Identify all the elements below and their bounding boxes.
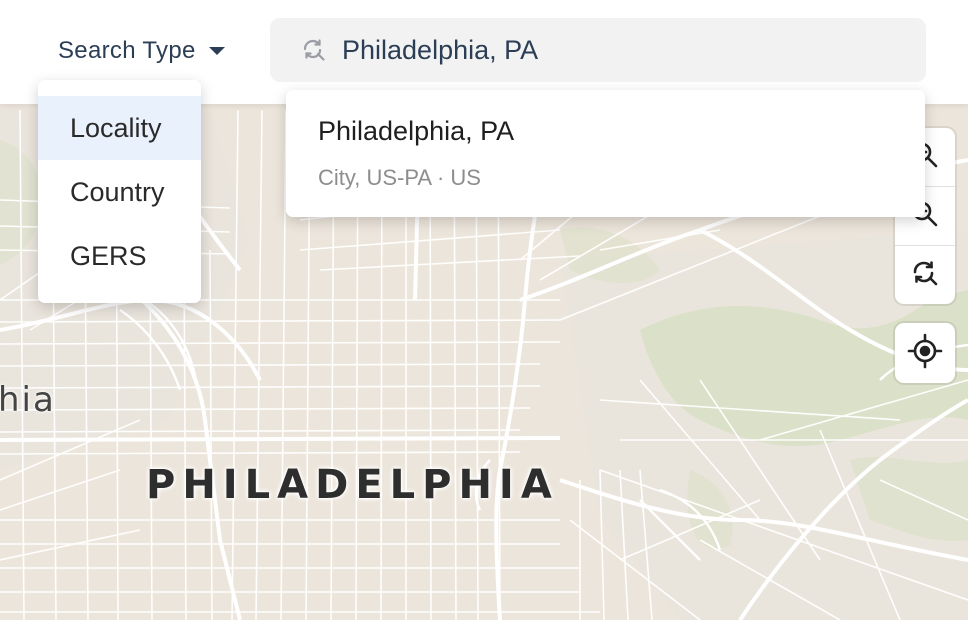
search-type-dropdown[interactable]: Search Type <box>58 34 225 68</box>
caret-down-icon <box>208 47 225 55</box>
menu-item-locality[interactable]: Locality <box>38 96 201 160</box>
menu-item-gers[interactable]: GERS <box>38 224 201 288</box>
search-result-item[interactable]: Philadelphia, PA City, US-PA · US <box>286 90 925 217</box>
crosshair-icon <box>907 333 943 374</box>
result-title: Philadelphia, PA <box>318 116 515 146</box>
search-refresh-icon <box>300 36 328 64</box>
neighborhood-label: hia <box>0 380 56 420</box>
locate-me-button[interactable] <box>895 323 955 383</box>
search-type-menu: Locality Country GERS <box>38 80 201 303</box>
search-input[interactable] <box>342 34 862 66</box>
search-refresh-icon <box>910 258 940 293</box>
search-type-label: Search Type <box>58 37 196 64</box>
search-box[interactable] <box>270 18 926 82</box>
reset-search-button[interactable] <box>895 246 955 304</box>
city-label: PHILADELPHIA <box>146 462 559 508</box>
result-subtitle: City, US-PA · US <box>318 165 481 190</box>
menu-item-country[interactable]: Country <box>38 160 201 224</box>
